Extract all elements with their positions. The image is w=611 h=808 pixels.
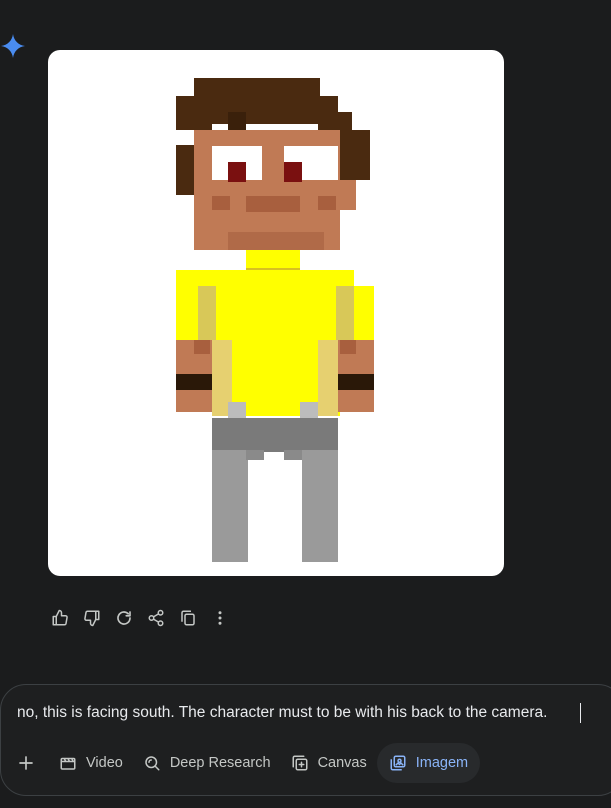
share-icon[interactable] <box>140 604 172 632</box>
response-actions <box>44 604 236 632</box>
canvas-icon <box>292 755 308 771</box>
regenerate-icon[interactable] <box>108 604 140 632</box>
plus-icon <box>19 756 33 770</box>
deep-research-tool-label: Deep Research <box>169 755 271 771</box>
prompt-input[interactable]: no, this is facing south. The character … <box>17 704 547 722</box>
add-button[interactable] <box>9 743 43 783</box>
canvas-tool-button[interactable]: Canvas <box>281 743 377 783</box>
gemini-sparkle-icon <box>1 34 25 58</box>
prompt-composer: no, this is facing south. The character … <box>0 684 611 796</box>
composer-toolbar: Video Deep Research Canvas Imagem <box>9 743 481 783</box>
copy-icon[interactable] <box>172 604 204 632</box>
thumbs-down-icon[interactable] <box>76 604 108 632</box>
image-tool-button[interactable]: Imagem <box>376 743 481 783</box>
canvas-tool-label: Canvas <box>317 755 367 771</box>
thumbs-up-icon[interactable] <box>44 604 76 632</box>
text-caret <box>580 703 581 723</box>
image-gallery-icon <box>390 755 406 771</box>
deep-research-tool-button[interactable]: Deep Research <box>133 743 281 783</box>
video-tool-label: Video <box>86 755 123 771</box>
video-clapper-icon <box>60 757 76 770</box>
generated-image[interactable] <box>48 50 504 576</box>
chat-page: no, this is facing south. The character … <box>0 0 611 808</box>
pixel-character-image <box>176 78 374 562</box>
video-tool-button[interactable]: Video <box>49 743 133 783</box>
image-tool-label: Imagem <box>415 755 469 771</box>
more-options-icon[interactable] <box>204 604 236 632</box>
deep-research-icon <box>145 756 160 771</box>
